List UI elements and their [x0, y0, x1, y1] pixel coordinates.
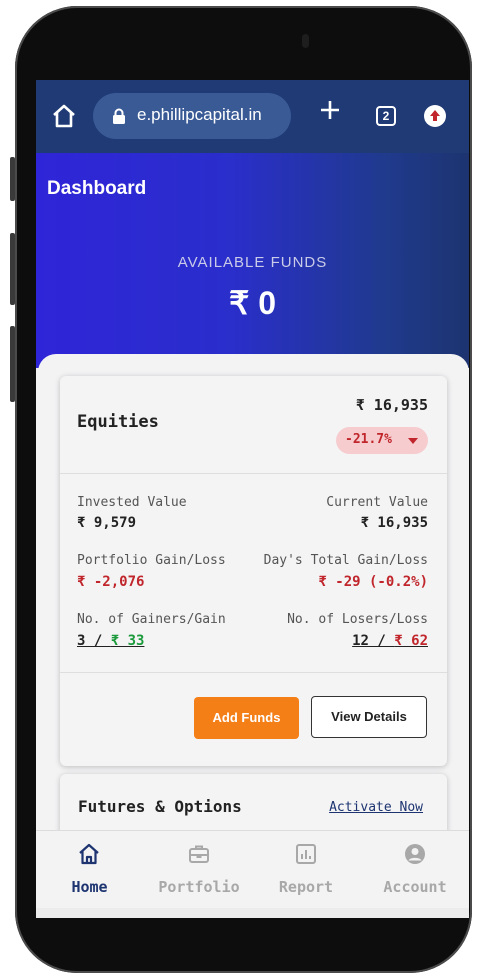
url-text: e.phillipcapital.in — [137, 105, 262, 124]
current-value: ₹ 16,935 — [360, 515, 428, 531]
gainers-label: No. of Gainers/Gain — [77, 612, 226, 627]
nav-label-account: Account — [383, 878, 447, 896]
phone-side-button — [10, 157, 15, 201]
change-badge: -21.7% — [336, 427, 428, 454]
available-funds-label: AVAILABLE FUNDS — [177, 254, 328, 271]
phone-volume-up — [10, 233, 15, 305]
view-details-button[interactable]: View Details — [311, 696, 427, 738]
day-gain-loss-value: ₹ -29 (-0.2%) — [318, 574, 428, 590]
browser-menu-button[interactable] — [424, 105, 446, 127]
nav-label-home: Home — [71, 878, 108, 896]
losers-count: 12 / — [352, 633, 395, 649]
activate-now-link[interactable]: Activate Now — [329, 800, 423, 815]
equities-card: Equities ₹ 16,935 -21.7% Invested Value … — [60, 376, 447, 766]
nav-item-portfolio[interactable]: Portfolio — [149, 831, 249, 918]
system-gesture-bar — [36, 908, 469, 918]
nav-label-portfolio: Portfolio — [158, 878, 240, 896]
current-value-label: Current Value — [326, 495, 428, 510]
available-funds-value: ₹ 0 — [228, 285, 277, 321]
nav-item-home[interactable]: Home — [42, 831, 137, 918]
browser-toolbar: e.phillipcapital.in 2 — [36, 80, 469, 153]
invested-value: ₹ 9,579 — [77, 515, 137, 531]
phone-volume-down — [10, 326, 15, 402]
equities-title: Equities — [77, 412, 159, 432]
day-gain-loss-label: Day's Total Gain/Loss — [263, 553, 428, 568]
new-tab-icon[interactable] — [318, 98, 342, 122]
invested-value-label: Invested Value — [77, 495, 187, 510]
add-funds-button[interactable]: Add Funds — [194, 697, 299, 739]
lock-icon — [113, 108, 125, 124]
gainers-link[interactable]: 3 / ₹ 33 — [77, 633, 144, 649]
tab-switcher-button[interactable]: 2 — [376, 106, 396, 126]
equities-value: ₹ 16,935 — [355, 396, 428, 414]
losers-link[interactable]: 12 / ₹ 62 — [352, 633, 428, 649]
portfolio-gain-loss-value: ₹ -2,076 — [77, 574, 145, 590]
address-bar[interactable]: e.phillipcapital.in — [93, 93, 291, 139]
bottom-nav: Home Portfolio Report Account — [36, 830, 469, 918]
report-icon — [296, 844, 316, 864]
briefcase-icon — [189, 845, 209, 863]
account-icon — [405, 844, 425, 864]
nav-item-account[interactable]: Account — [365, 831, 465, 918]
home-icon — [79, 843, 99, 865]
gainers-count: 3 / — [77, 633, 111, 649]
gainers-gain: ₹ 33 — [110, 633, 145, 649]
home-icon[interactable] — [50, 102, 78, 130]
change-percent: -21.7% — [345, 432, 392, 447]
nav-label-report: Report — [278, 878, 334, 896]
upload-arrow-icon — [430, 110, 440, 121]
futures-options-title: Futures & Options — [78, 797, 242, 816]
funds-header: Dashboard AVAILABLE FUNDS ₹ 0 — [36, 153, 469, 368]
divider — [60, 473, 447, 474]
page-title: Dashboard — [47, 178, 147, 199]
losers-label: No. of Losers/Loss — [287, 612, 428, 627]
portfolio-gain-loss-label: Portfolio Gain/Loss — [77, 553, 226, 568]
caret-down-icon — [408, 438, 418, 444]
nav-item-report[interactable]: Report — [261, 831, 351, 918]
losers-loss: ₹ 62 — [394, 633, 428, 649]
phone-camera — [302, 34, 309, 48]
divider — [60, 672, 447, 673]
screen: e.phillipcapital.in 2 Dashboard AVAILABL… — [36, 80, 469, 918]
